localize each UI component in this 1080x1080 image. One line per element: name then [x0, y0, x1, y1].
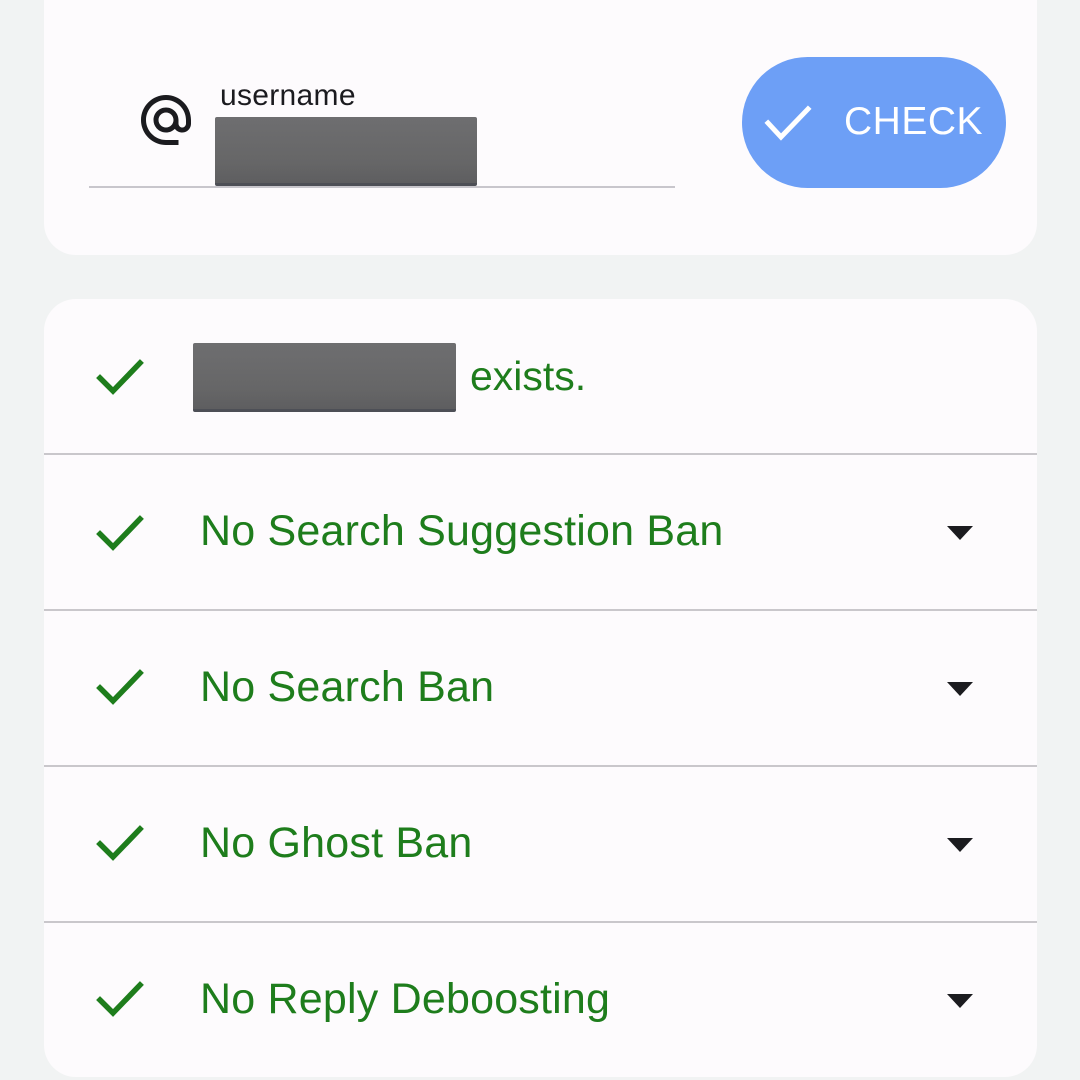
check-button[interactable]: CHECK: [742, 57, 1006, 188]
dropdown-arrow-icon[interactable]: [946, 681, 974, 697]
result-row-search-ban[interactable]: No Search Ban: [44, 611, 1037, 766]
dropdown-arrow-icon[interactable]: [946, 837, 974, 853]
check-icon: [96, 981, 144, 1017]
redacted-username: [193, 343, 456, 412]
check-icon: [764, 105, 812, 141]
username-field-label: username: [220, 79, 356, 112]
username-input-underline: [89, 186, 675, 188]
at-icon: [141, 95, 191, 145]
username-search-card: username CHECK: [44, 0, 1037, 255]
exists-label: exists.: [470, 353, 587, 399]
dropdown-arrow-icon[interactable]: [946, 525, 974, 541]
check-icon: [96, 825, 144, 861]
result-row-reply-deboosting[interactable]: No Reply Deboosting: [44, 923, 1037, 1077]
username-input[interactable]: [215, 117, 477, 186]
check-icon: [96, 669, 144, 705]
results-card: exists. No Search Suggestion Ban No Sear…: [44, 299, 1037, 1077]
check-icon: [96, 359, 144, 395]
result-label: No Reply Deboosting: [200, 975, 611, 1023]
dropdown-arrow-icon[interactable]: [946, 993, 974, 1009]
check-icon: [96, 515, 144, 551]
result-row-exists: exists.: [44, 299, 1037, 454]
result-row-ghost-ban[interactable]: No Ghost Ban: [44, 767, 1037, 922]
result-label: No Search Ban: [200, 663, 495, 711]
result-row-search-suggestion-ban[interactable]: No Search Suggestion Ban: [44, 455, 1037, 610]
result-label: No Ghost Ban: [200, 819, 473, 867]
check-button-label: CHECK: [844, 100, 984, 143]
result-label: No Search Suggestion Ban: [200, 507, 724, 555]
